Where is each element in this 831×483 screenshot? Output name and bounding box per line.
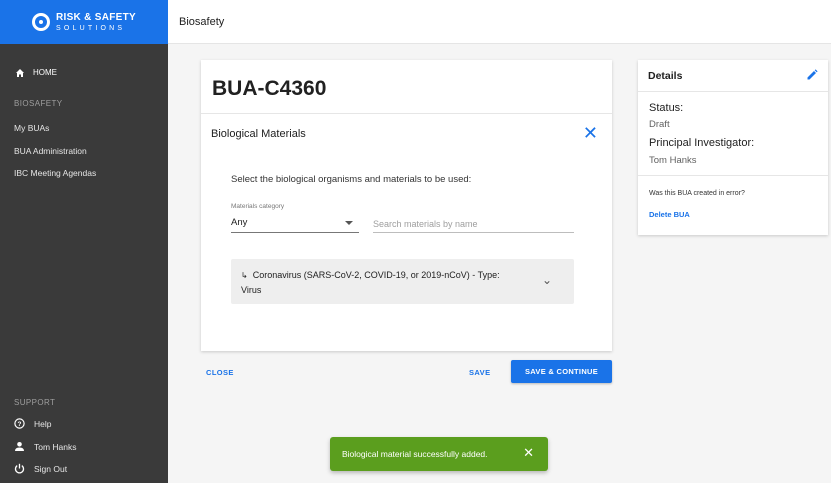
materials-search-input[interactable] <box>373 215 574 233</box>
section-title: Biological Materials <box>211 128 306 140</box>
close-button[interactable]: CLOSE <box>206 368 234 377</box>
person-icon <box>14 441 25 452</box>
pi-value: Tom Hanks <box>649 155 697 166</box>
home-icon <box>14 67 25 78</box>
close-icon[interactable]: ✕ <box>523 446 534 460</box>
sidebar-item-label: Tom Hanks <box>34 441 77 452</box>
sidebar-item-bua-administration[interactable]: BUA Administration <box>14 146 87 156</box>
power-icon <box>14 463 25 474</box>
sidebar-item-ibc-meeting-agendas[interactable]: IBC Meeting Agendas <box>14 168 96 178</box>
instructions-text: Select the biological organisms and mate… <box>231 174 472 185</box>
category-value: Any <box>231 217 248 228</box>
chevron-down-icon[interactable]: ⌄ <box>542 273 552 287</box>
status-value: Draft <box>649 119 670 130</box>
save-and-continue-button[interactable]: SAVE & CONTINUE <box>511 360 612 383</box>
divider <box>638 91 828 92</box>
delete-bua-link[interactable]: Delete BUA <box>649 210 690 219</box>
bua-id-heading: BUA-C4360 <box>212 77 327 100</box>
material-name: Coronavirus (SARS-CoV-2, COVID-19, or 20… <box>252 270 500 280</box>
details-card: Details Status: Draft Principal Investig… <box>638 60 828 235</box>
close-icon[interactable]: ✕ <box>583 124 598 142</box>
sidebar-item-home[interactable]: HOME <box>14 67 57 78</box>
subdirectory-arrow-icon: ↳ <box>241 271 248 280</box>
sidebar-item-help[interactable]: ? Help <box>14 418 51 429</box>
status-label: Status: <box>649 102 684 114</box>
snackbar-message: Biological material successfully added. <box>342 449 488 459</box>
sidebar-item-label: Sign Out <box>34 463 68 474</box>
sidebar-item-user[interactable]: Tom Hanks <box>14 441 77 452</box>
save-button[interactable]: SAVE <box>469 368 490 377</box>
sidebar-item-label: Help <box>34 418 52 429</box>
help-icon: ? <box>14 418 25 429</box>
sidebar-item-sign-out[interactable]: Sign Out <box>14 463 67 474</box>
materials-card: BUA-C4360 Biological Materials ✕ Select … <box>201 60 612 351</box>
sidebar-item-label: HOME <box>33 68 57 77</box>
success-snackbar: Biological material successfully added. … <box>330 437 548 471</box>
error-question: Was this BUA created in error? <box>649 190 745 197</box>
details-title: Details <box>648 70 683 82</box>
caret-down-icon <box>345 221 353 225</box>
edit-pencil-icon[interactable] <box>806 68 818 80</box>
svg-text:?: ? <box>18 421 22 428</box>
brand-line2: SOLUTIONS <box>55 24 126 32</box>
divider <box>638 175 828 176</box>
page-title: Biosafety <box>179 16 225 28</box>
brand-logo[interactable]: RISK & SAFETY SOLUTIONS <box>0 0 168 44</box>
sidebar-section-biosafety: BIOSAFETY <box>14 99 63 108</box>
category-select[interactable]: Any <box>231 215 359 233</box>
sidebar-section-support: SUPPORT <box>14 398 56 407</box>
material-type: Virus <box>241 285 262 295</box>
sidebar-item-my-buas[interactable]: My BUAs <box>14 123 49 133</box>
category-label: Materials category <box>231 203 285 210</box>
brand-line1: RISK & SAFETY <box>55 11 137 23</box>
material-expansion-panel[interactable]: ↳ Coronavirus (SARS-CoV-2, COVID-19, or 2… <box>231 259 574 304</box>
logo-icon <box>31 13 50 31</box>
divider <box>201 113 612 114</box>
pi-label: Principal Investigator: <box>649 137 755 149</box>
top-bar: Biosafety <box>168 0 831 44</box>
sidebar: RISK & SAFETY SOLUTIONS HOME BIOSAFETY M… <box>0 0 168 483</box>
